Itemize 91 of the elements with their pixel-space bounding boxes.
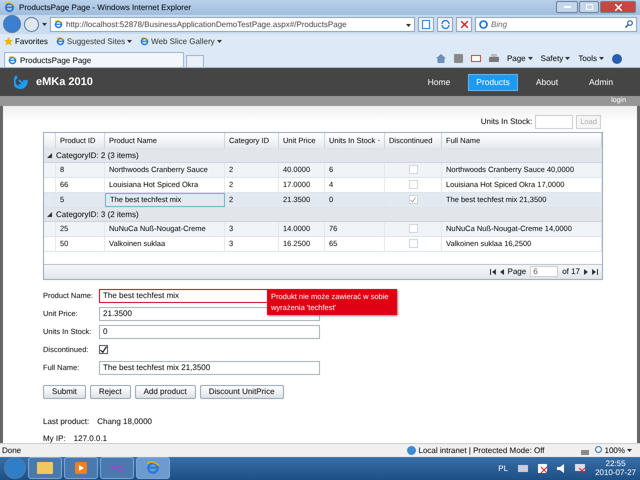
folder-icon	[37, 462, 53, 474]
last-page-icon[interactable]	[592, 268, 598, 275]
forward-button[interactable]	[24, 16, 39, 32]
browser-icon	[56, 37, 65, 46]
info-label: Last product:	[43, 416, 90, 426]
stop-button[interactable]	[456, 16, 472, 32]
maximize-icon	[586, 4, 592, 10]
command-menu[interactable]: Tools	[578, 54, 597, 64]
checkbox[interactable]	[99, 345, 108, 354]
app-brand: eMKa 2010	[36, 76, 93, 88]
infinity-icon	[109, 463, 125, 474]
speaker-icon	[557, 464, 566, 473]
expand-icon[interactable]	[47, 152, 52, 158]
start-button[interactable]	[4, 457, 26, 480]
stock-input[interactable]	[535, 114, 574, 129]
form-button[interactable]: Reject	[90, 384, 131, 399]
maximize-button[interactable]	[579, 1, 599, 14]
browser-icon	[4, 2, 15, 13]
nav-tab[interactable]: About	[522, 74, 572, 91]
page-icon	[422, 20, 430, 29]
caret-icon	[528, 57, 533, 60]
refresh-icon	[440, 20, 450, 29]
compatibility-button[interactable]	[418, 16, 434, 32]
close-icon	[460, 20, 468, 28]
page-count: of 17	[562, 267, 580, 276]
previous-page-icon[interactable]	[500, 268, 504, 275]
star-icon	[4, 37, 13, 46]
caret-icon	[565, 57, 570, 60]
browser-icon	[146, 461, 160, 476]
browser-icon	[140, 37, 150, 46]
info-value: 127.0.0.1	[74, 434, 108, 443]
taskbar-icon[interactable]	[28, 457, 62, 480]
command-menu[interactable]: Safety	[540, 54, 564, 64]
form-button[interactable]: Add product	[134, 384, 196, 399]
minimize-button[interactable]	[556, 1, 578, 14]
address-field[interactable]: http://localhost:52878/BusinessApplicationDemoTestPage.aspx#/ProductsPage	[50, 16, 415, 32]
filter-label: Units In Stock:	[480, 117, 532, 126]
info-label: My IP:	[43, 434, 66, 443]
search-field[interactable]: Bing	[475, 16, 637, 32]
caret-icon	[127, 40, 132, 44]
logo-icon	[14, 75, 28, 90]
expand-icon[interactable]	[47, 212, 52, 217]
group-header: CategoryID: 3 (2 items)	[56, 210, 139, 219]
status-text: Done	[2, 446, 22, 455]
taskbar-icon[interactable]	[136, 457, 170, 480]
info-value: Chang 18,0000	[97, 416, 152, 426]
clock-date: 2010-07-27	[595, 468, 636, 478]
favorites-button[interactable]: Favorites	[15, 37, 48, 46]
browser-icon	[8, 56, 17, 65]
command-menu[interactable]: Page	[506, 54, 526, 64]
group-header: CategoryID: 2 (3 items)	[56, 150, 139, 160]
text-field[interactable]: The best techfest mix 21,3500	[99, 360, 320, 375]
caret-icon	[216, 40, 222, 44]
check-icon	[410, 196, 416, 203]
caret-icon	[627, 448, 632, 452]
form-button[interactable]: Submit	[43, 384, 86, 399]
page-input[interactable]: 6	[530, 266, 558, 278]
close-button[interactable]	[600, 1, 636, 14]
taskbar-icon[interactable]	[100, 457, 134, 480]
browser-icon	[54, 20, 63, 29]
caret-icon	[42, 22, 47, 26]
taskbar-icon[interactable]	[64, 457, 98, 480]
search-icon	[625, 20, 633, 28]
minimize-icon	[564, 6, 570, 8]
window-title: ProductsPage Page - Windows Internet Explorer	[19, 2, 192, 12]
browser-tab[interactable]: ProductsPage Page	[4, 52, 184, 68]
printer-icon	[488, 54, 499, 64]
close-icon	[614, 4, 622, 11]
clock-time: 22:55	[606, 459, 626, 468]
first-page-icon[interactable]	[490, 268, 496, 275]
back-button[interactable]	[3, 15, 21, 34]
play-icon	[75, 462, 87, 474]
caret-icon	[406, 24, 411, 27]
zoom-icon	[594, 446, 603, 454]
page-label: Page	[508, 267, 526, 276]
next-page-icon[interactable]	[584, 268, 588, 275]
flag-icon	[538, 464, 548, 473]
security-zone: Local intranet | Protected Mode: Off	[418, 446, 545, 455]
text-field[interactable]: 0	[99, 324, 320, 339]
nav-tab[interactable]: Home	[414, 74, 464, 91]
refresh-button[interactable]	[437, 16, 453, 32]
network-icon	[575, 464, 586, 473]
caret-icon	[599, 57, 604, 60]
nav-tab[interactable]: Admin	[576, 74, 626, 91]
zoom-level[interactable]: 100%	[604, 446, 625, 455]
check-icon	[100, 346, 107, 354]
form-button[interactable]: Discount UnitPrice	[200, 384, 284, 399]
favorites-link[interactable]: Suggested Sites	[66, 37, 126, 46]
home-icon	[436, 54, 446, 64]
language-indicator[interactable]: PL	[498, 464, 508, 473]
favorites-link[interactable]: Web Slice Gallery	[151, 37, 215, 46]
